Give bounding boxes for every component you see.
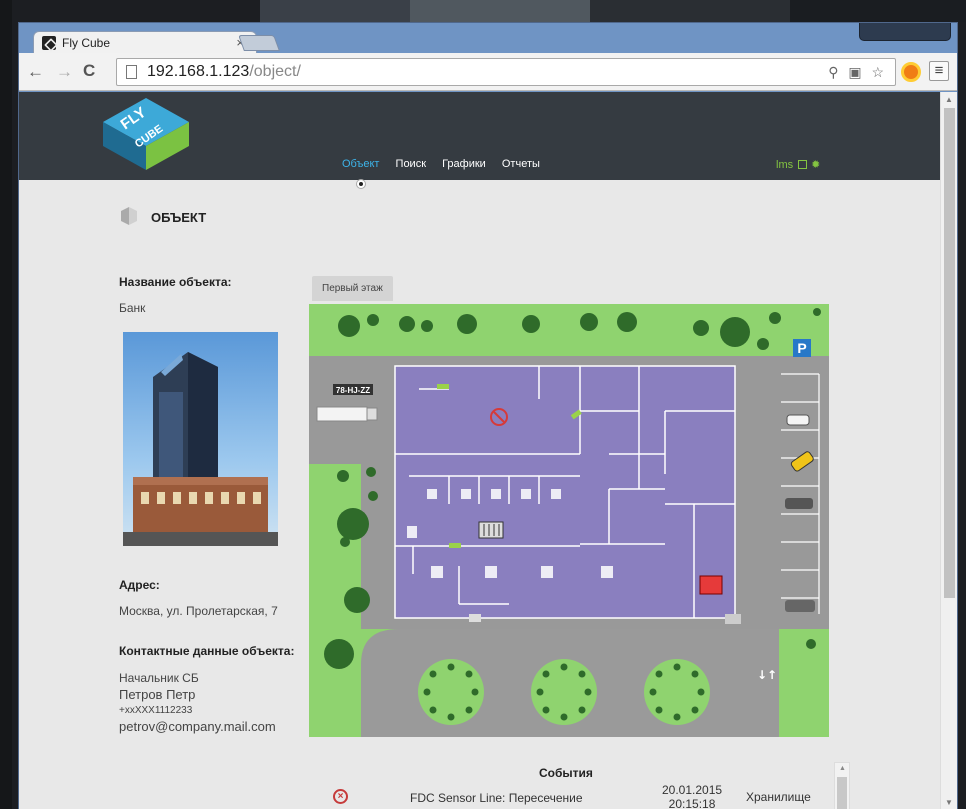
scroll-up-icon[interactable]: ▲ — [839, 765, 846, 772]
browser-window: Fly Cube × ← → C 192.168.1.123/object/ ⚲… — [18, 22, 958, 809]
tab-strip: Fly Cube × — [19, 23, 957, 53]
user-area: lms ✹ — [776, 158, 820, 171]
cube-icon — [121, 207, 137, 225]
site-header: FLY CUBE Объект Поиск Графики Отчеты lms… — [19, 92, 940, 180]
event-datetime: 20.01.2015 20:15:18 — [662, 783, 723, 809]
menu-icon[interactable]: ≡ — [929, 61, 949, 81]
logout-icon[interactable] — [798, 160, 808, 169]
tab-title: Fly Cube — [62, 36, 111, 50]
new-tab-button[interactable] — [238, 35, 280, 51]
object-name-label: Название объекта: — [119, 275, 232, 289]
scroll-up-icon[interactable]: ▲ — [945, 95, 953, 104]
page-icon — [126, 65, 137, 79]
nav-search[interactable]: Поиск — [396, 158, 426, 170]
event-name: FDC Sensor Line: Пересечение — [410, 791, 583, 805]
back-icon[interactable]: ← — [27, 62, 44, 82]
page-viewport: FLY CUBE Объект Поиск Графики Отчеты lms… — [19, 92, 940, 809]
scroll-thumb[interactable] — [837, 777, 847, 809]
username[interactable]: lms — [776, 159, 793, 171]
events-scrollbar[interactable]: ▲ — [834, 762, 850, 809]
scroll-down-icon[interactable]: ▼ — [945, 798, 953, 807]
contacts-label: Контактные данные объекта: — [119, 644, 295, 658]
url-text[interactable]: 192.168.1.123/object/ — [147, 63, 301, 81]
browser-toolbar: ← → C 192.168.1.123/object/ ⚲ ▣ ☆ ≡ — [19, 53, 957, 91]
object-name: Банк — [119, 301, 146, 315]
main-nav: Объект Поиск Графики Отчеты — [342, 158, 553, 170]
address-label: Адрес: — [119, 578, 160, 592]
floor-tab[interactable]: Первый этаж — [312, 276, 393, 301]
reload-icon[interactable]: C — [83, 61, 95, 81]
svg-text:↓↑: ↓↑ — [757, 668, 777, 682]
floor-plan-map[interactable]: P 78-HJ-ZZ ↓↑ — [309, 304, 829, 737]
scroll-thumb[interactable] — [944, 108, 955, 598]
address-bar[interactable]: 192.168.1.123/object/ ⚲ ▣ ☆ — [116, 58, 896, 86]
favicon-icon — [42, 36, 56, 50]
contact-phone: +xxXXX1112233 — [119, 705, 193, 716]
page-scrollbar[interactable]: ▲ ▼ — [940, 92, 957, 809]
browser-tab[interactable]: Fly Cube × — [33, 31, 257, 53]
address-value: Москва, ул. Пролетарская, 7 — [119, 604, 278, 618]
events-title: События — [539, 766, 593, 780]
contact-email: petrov@company.mail.com — [119, 719, 276, 734]
contact-name: Петров Петр — [119, 687, 196, 702]
gear-icon[interactable]: ✹ — [811, 159, 820, 171]
page-title: ОБЪЕКТ — [151, 210, 207, 225]
contact-role: Начальник СБ — [119, 671, 199, 685]
object-photo — [123, 332, 278, 546]
event-row[interactable]: × FDC Sensor Line: Пересечение 20.01.201… — [329, 782, 849, 809]
nav-charts[interactable]: Графики — [442, 158, 486, 170]
svg-text:P: P — [797, 340, 806, 356]
event-zone: Хранилище — [746, 790, 811, 804]
forward-icon[interactable]: → — [56, 62, 73, 82]
flycube-logo[interactable]: FLY CUBE — [101, 96, 191, 172]
omnibox-icons[interactable]: ⚲ ▣ ☆ — [828, 64, 887, 81]
nav-reports[interactable]: Отчеты — [502, 158, 540, 170]
nav-object[interactable]: Объект — [342, 158, 379, 170]
active-nav-indicator — [357, 180, 365, 188]
alarm-icon: × — [333, 789, 348, 804]
svg-text:78-HJ-ZZ: 78-HJ-ZZ — [336, 386, 370, 395]
window-controls[interactable] — [859, 23, 951, 41]
extension-icon[interactable] — [901, 62, 921, 82]
